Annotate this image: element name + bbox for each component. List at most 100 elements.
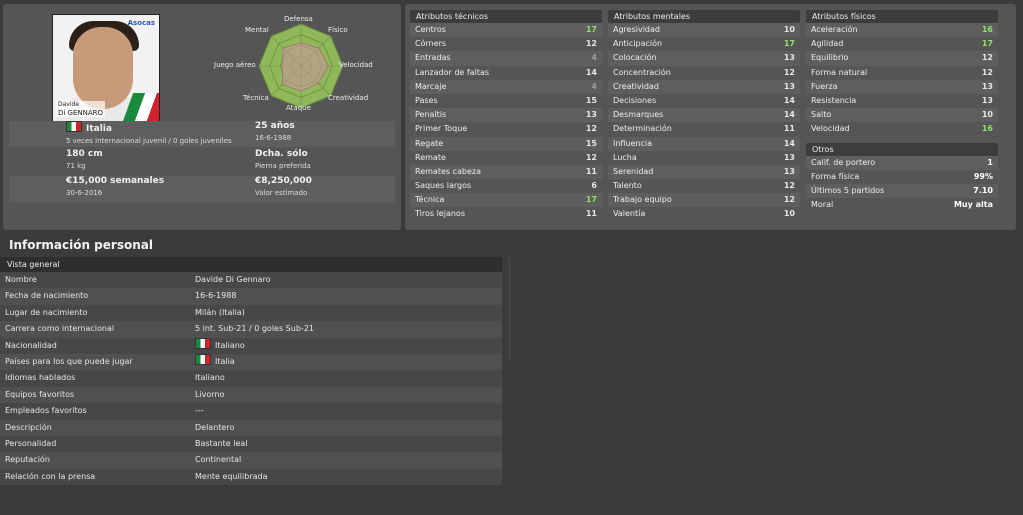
attribute-row[interactable]: Calif. de portero 1 [806,155,998,170]
attribute-row[interactable]: Resistencia 13 [806,94,998,108]
attribute-row[interactable]: Desmarques 14 [608,108,800,123]
info-key: Nacionalidad [5,340,57,350]
attribute-name: Remate [415,152,446,162]
attribute-name: Últimos 5 partidos [811,185,885,195]
attribute-row[interactable]: Anticipación 17 [608,37,800,51]
attribute-value: 11 [585,209,597,219]
overview-header[interactable]: Vista general [0,257,502,272]
attribute-row[interactable]: Aceleración 16 [806,23,998,38]
attribute-row[interactable]: Moral Muy alta [806,198,998,212]
contract-end: 30-6-2016 [66,189,103,197]
info-key: Relación con la prensa [5,471,96,481]
player-profile-panel: Asocas Davide Di GENNARO Defensa Físico … [3,4,401,230]
attribute-row[interactable]: Creatividad 13 [608,79,800,94]
attribute-row[interactable]: Entradas 4 [410,51,602,66]
attribute-row[interactable]: Velocidad 16 [806,122,998,136]
youth-caps: 5 veces internacional juvenil / 0 goles … [66,137,232,145]
attribute-row[interactable]: Determinación 11 [608,122,800,136]
nationality: Italia [86,124,112,134]
info-value-text: --- [195,406,204,416]
attribute-value: 6 [591,181,597,191]
attribute-row[interactable]: Forma física 99% [806,170,998,184]
info-value: Delantero [195,420,234,436]
attribute-row[interactable]: Últimos 5 partidos 7.10 [806,183,998,199]
attribute-value: 13 [783,166,795,176]
attribute-row[interactable]: Lanzador de faltas 14 [410,66,602,80]
attribute-row[interactable]: Marcaje 4 [410,79,602,94]
radar-label-ataque: Ataque [286,104,311,112]
attribute-value: 16 [981,25,993,34]
info-key: Empleados favoritos [5,406,87,416]
info-value-text: Continental [195,455,242,465]
info-key: Países para los que puede jugar [5,356,133,366]
info-row: Países para los que puede jugar Italia [0,353,502,371]
height-cell: 180 cm 71 kg [66,149,103,170]
radar-label-tecnica: Técnica [243,94,269,102]
attribute-value: 4 [591,81,597,91]
bio-row-nationality: Italia 5 veces internacional juvenil / 0… [9,121,395,147]
attribute-row[interactable]: Concentración 12 [608,66,800,80]
attribute-row[interactable]: Serenidad 13 [608,164,800,180]
info-value-text: Italiano [215,340,245,350]
info-value: Livorno [195,387,224,403]
attribute-row[interactable]: Saques largos 6 [410,179,602,193]
info-row: Relación con la prensa Mente equilibrada [0,468,502,486]
attribute-value: 10 [783,209,795,219]
attribute-row[interactable]: Fuerza 13 [806,79,998,94]
attribute-radar-chart: Defensa Físico Velocidad Creatividad Ata… [203,12,399,120]
attribute-row[interactable]: Tiros lejanos 11 [410,207,602,221]
attribute-value: 12 [585,152,597,162]
attribute-value: 10 [981,110,993,120]
attribute-row[interactable]: Penaltis 13 [410,108,602,123]
attribute-value: 10 [783,25,795,34]
attribute-row[interactable]: Lucha 13 [608,151,800,165]
attribute-name: Técnica [415,195,445,205]
attribute-row[interactable]: Equilibrio 12 [806,51,998,66]
attribute-row[interactable]: Talento 12 [608,179,800,193]
attribute-row[interactable]: Centros 17 [410,23,602,38]
attribute-row[interactable]: Influencia 14 [608,136,800,151]
attribute-name: Decisiones [613,95,657,105]
attribute-value: 12 [783,195,795,205]
attribute-name: Anticipación [613,39,663,49]
attribute-row[interactable]: Colocación 13 [608,51,800,66]
attribute-name: Primer Toque [415,124,468,134]
attribute-row[interactable]: Primer Toque 12 [410,122,602,136]
attribute-row[interactable]: Agilidad 17 [806,37,998,51]
wage-cell: €15,000 semanales 30-6-2016 [66,176,164,197]
info-value-text: 16-6-1988 [195,291,237,301]
attribute-row[interactable]: Decisiones 14 [608,94,800,108]
info-row: Nombre Davide Di Gennaro [0,272,502,289]
info-value: Davide Di Gennaro [195,272,271,288]
attribute-name: Lucha [613,152,637,162]
attribute-name: Velocidad [811,124,850,134]
attribute-row[interactable]: Regate 15 [410,136,602,151]
attribute-value: 11 [585,166,597,176]
attribute-row[interactable]: Pases 15 [410,94,602,108]
foot-cell: Dcha. sólo Pierna preferida [255,149,311,170]
attribute-row[interactable]: Remates cabeza 11 [410,164,602,180]
attribute-value: 13 [783,53,795,63]
radar-label-defensa: Defensa [284,15,313,23]
attribute-row[interactable]: Trabajo equipo 12 [608,193,800,208]
attribute-row[interactable]: Remate 12 [410,151,602,165]
info-key: Fecha de nacimiento [5,291,89,301]
info-value-text: Italia [215,356,235,366]
info-value-text: Mente equilibrada [195,471,268,481]
attribute-row[interactable]: Salto 10 [806,108,998,123]
attribute-value: 11 [783,124,795,134]
attribute-row[interactable]: Valentía 10 [608,207,800,221]
attribute-row[interactable]: Córners 12 [410,37,602,51]
attribute-name: Córners [415,39,447,49]
attribute-value: 12 [981,53,993,63]
photo-first-name: Davide [58,101,80,108]
attribute-row[interactable]: Técnica 17 [410,193,602,208]
physical-list: Aceleración 16 Agilidad 17 Equilibrio 12 Forma… [806,23,998,137]
attribute-name: Remates cabeza [415,166,481,176]
technical-attributes: Atributos técnicos Centros 17 Córners 12 Ent… [410,10,602,222]
attribute-row[interactable]: Forma natural 12 [806,66,998,80]
info-row: Equipos favoritos Livorno [0,386,502,404]
market-value: €8,250,000 [255,176,312,186]
attribute-value: 12 [783,67,795,77]
attribute-row[interactable]: Agresividad 10 [608,23,800,38]
